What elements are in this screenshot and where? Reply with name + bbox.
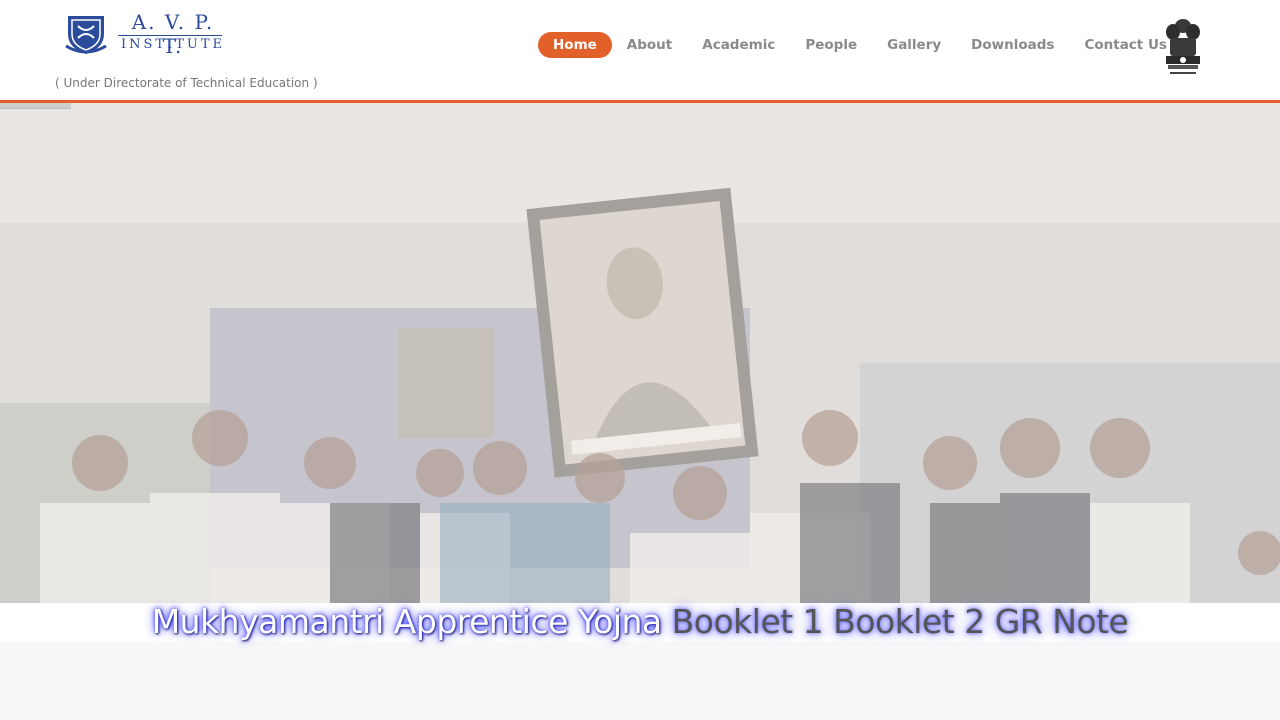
page-content-area: [0, 642, 1280, 720]
gr-note-link[interactable]: GR Note: [995, 602, 1129, 641]
caption-title: Mukhyamantri Apprentice Yojna: [151, 602, 672, 641]
tagline: ( Under Directorate of Technical Educati…: [55, 76, 318, 90]
slide-progress-bar: [0, 103, 71, 109]
nav-downloads[interactable]: Downloads: [956, 32, 1069, 58]
hero-slideshow[interactable]: [0, 103, 1280, 603]
nav-people[interactable]: People: [790, 32, 872, 58]
nav-home[interactable]: Home: [538, 32, 612, 58]
nav-academic[interactable]: Academic: [687, 32, 790, 58]
nav-about[interactable]: About: [612, 32, 687, 58]
hero-caption: Mukhyamantri Apprentice Yojna Booklet 1 …: [0, 598, 1280, 646]
national-emblem-icon: [1166, 19, 1200, 74]
site-header: A. V. P. T. INSTITUTE ( Under Directorat…: [0, 0, 1280, 103]
nav-gallery[interactable]: Gallery: [872, 32, 956, 58]
logo-line2: INSTITUTE: [120, 37, 225, 52]
shield-crest-icon: [65, 16, 107, 54]
institute-logo[interactable]: A. V. P. T. INSTITUTE: [62, 10, 232, 58]
hero-overlay: [0, 103, 1280, 603]
booklet-2-link[interactable]: Booklet 2: [833, 602, 985, 641]
booklet-1-link[interactable]: Booklet 1: [672, 602, 824, 641]
main-nav: Home About Academic People Gallery Downl…: [538, 32, 1182, 58]
